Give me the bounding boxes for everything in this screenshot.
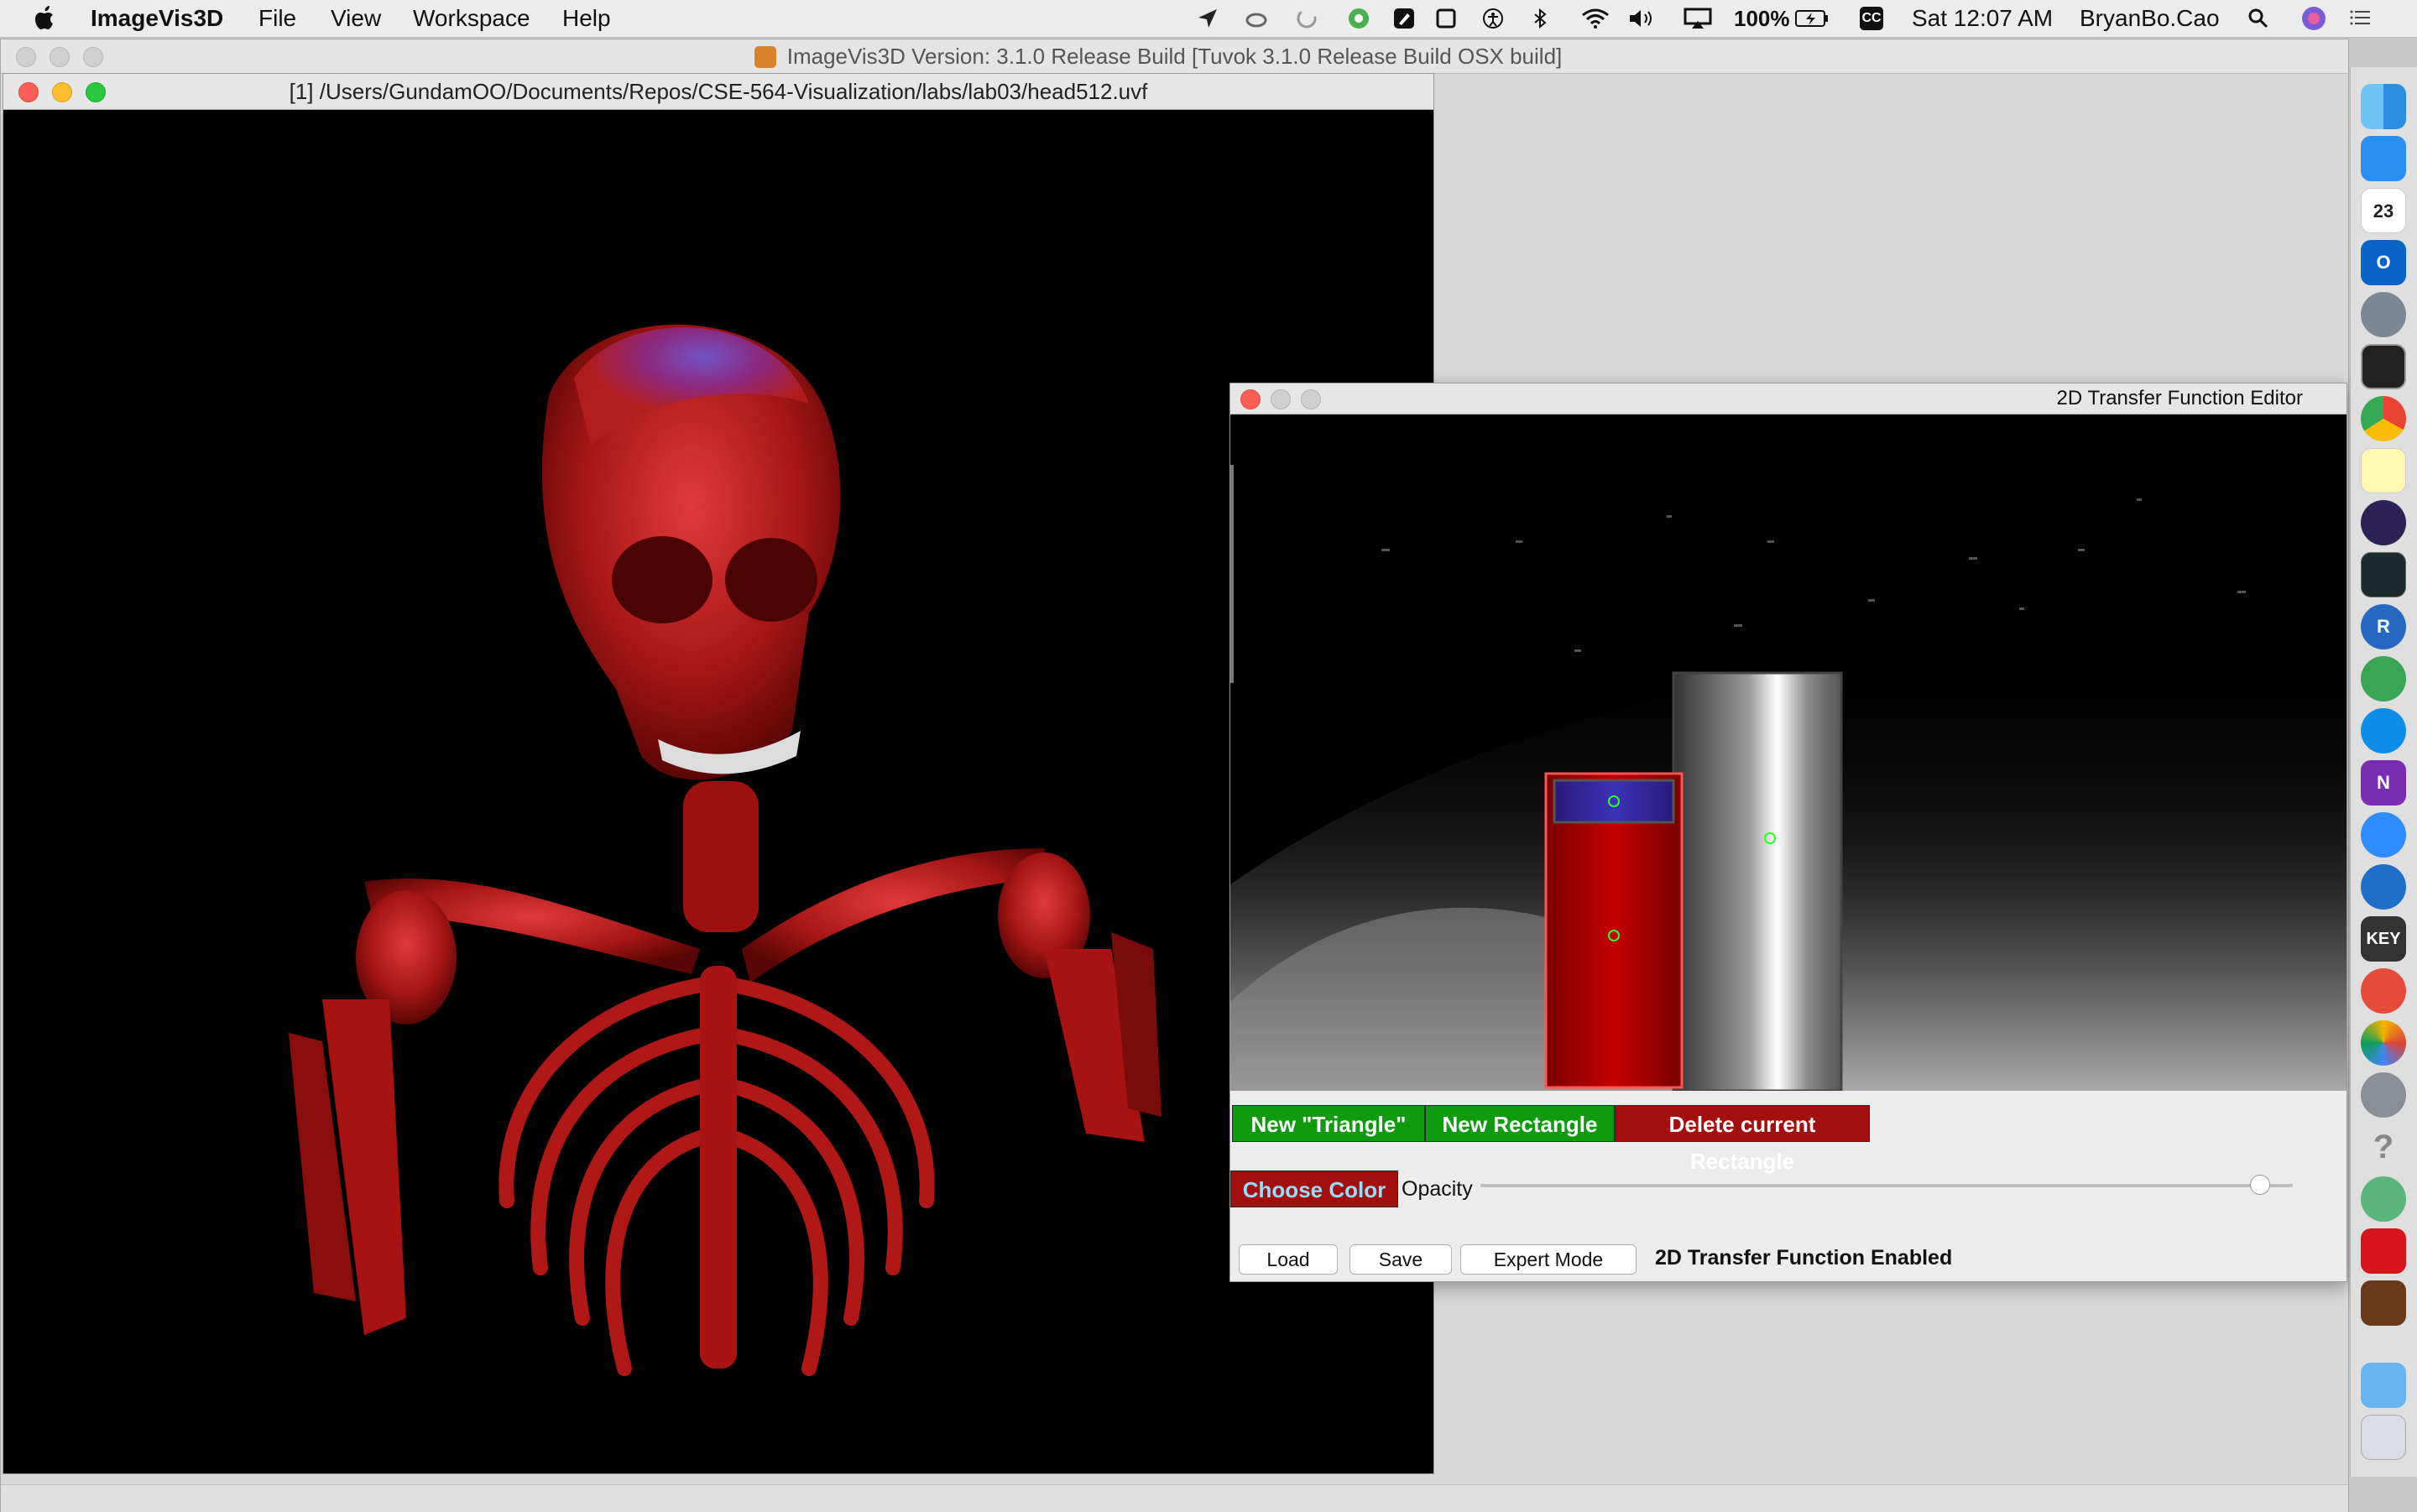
volume-icon[interactable] [1628, 8, 1658, 29]
render-view-title-bar[interactable]: [1] /Users/GundamOO/Documents/Repos/CSE-… [3, 74, 1433, 110]
menubar-clock[interactable]: Sat 12:07 AM [1912, 0, 2053, 37]
airplay-icon[interactable] [1684, 8, 1712, 29]
launchpad-icon[interactable] [2361, 292, 2406, 337]
dock: 23 O R N KEY ? [2350, 67, 2417, 1477]
acrobat-icon[interactable] [2361, 1228, 2406, 1274]
app-menu-name[interactable]: ImageVis3D [91, 0, 223, 37]
new-triangle-button[interactable]: New "Triangle" [1232, 1105, 1425, 1142]
chrome-icon[interactable] [2361, 396, 2406, 441]
atom-icon[interactable] [2361, 1176, 2406, 1222]
menu-bar: ImageVis3D File View Workspace Help 100%… [0, 0, 2417, 38]
histogram-plot[interactable] [1230, 414, 2347, 1092]
help-icon[interactable]: ? [2361, 1124, 2406, 1170]
trash-icon[interactable] [2361, 1415, 2406, 1460]
render-view-title: [1] /Users/GundamOO/Documents/Repos/CSE-… [289, 79, 1148, 104]
photos-icon[interactable] [2361, 1020, 2406, 1066]
menubar-user[interactable]: BryanBo.Cao [2080, 0, 2220, 37]
new-rectangle-button[interactable]: New Rectangle [1425, 1105, 1615, 1142]
bluetooth-icon[interactable] [1529, 8, 1551, 29]
tfe-minimize-button[interactable] [1271, 389, 1291, 409]
load-button[interactable]: Load [1239, 1244, 1338, 1275]
tfe-zoom-button[interactable] [1301, 389, 1321, 409]
teamviewer-icon[interactable] [2361, 708, 2406, 753]
opacity-label: Opacity [1402, 1177, 1473, 1201]
creative-cloud-icon[interactable] [1245, 8, 1267, 29]
tf-white-rectangle[interactable] [1672, 671, 1843, 1092]
folder-icon[interactable] [2361, 1363, 2406, 1408]
eclipse-icon[interactable] [2361, 500, 2406, 545]
tfe-title-bar[interactable]: 2D Transfer Function Editor [1230, 383, 2347, 414]
zoom-icon[interactable] [2361, 812, 2406, 858]
opacity-slider-knob[interactable] [2250, 1175, 2271, 1195]
terminal-icon[interactable] [2361, 344, 2406, 389]
sync-icon[interactable] [1296, 8, 1318, 29]
tf-blue-rectangle[interactable] [1553, 779, 1675, 824]
wifi-icon[interactable] [1581, 8, 1610, 29]
histogram-canvas[interactable] [1230, 414, 2347, 1092]
delete-rectangle-button[interactable]: Delete current Rectangle [1615, 1105, 1870, 1174]
pen-icon[interactable] [1393, 8, 1415, 29]
ink-icon[interactable] [2361, 136, 2406, 181]
notes-icon[interactable] [2361, 448, 2406, 493]
menu-help[interactable]: Help [562, 0, 611, 37]
menu-workspace[interactable]: Workspace [413, 0, 530, 37]
volume-render-canvas[interactable] [3, 110, 1433, 1434]
render-view-window: [1] /Users/GundamOO/Documents/Repos/CSE-… [3, 73, 1434, 1474]
r-icon[interactable]: R [2361, 604, 2406, 649]
tf-status-text: 2D Transfer Function Enabled [1655, 1246, 1953, 1270]
battery-icon[interactable] [1794, 8, 1830, 29]
spotlight-search-icon[interactable] [2247, 8, 2269, 29]
status-bar [1, 1484, 2348, 1512]
edge-icon[interactable] [2361, 864, 2406, 910]
activity-monitor-icon[interactable] [2361, 552, 2406, 597]
location-arrow-icon[interactable] [1197, 8, 1219, 29]
expert-mode-button[interactable]: Expert Mode [1460, 1244, 1637, 1275]
accessibility-icon[interactable] [1482, 8, 1504, 29]
notification-list-icon[interactable] [2350, 8, 2372, 29]
cross-app-icon[interactable] [2361, 656, 2406, 701]
creative-cloud-icon[interactable] [2361, 968, 2406, 1014]
app-window-title: ImageVis3D Version: 3.1.0 Release Build … [786, 44, 1563, 69]
menu-view[interactable]: View [331, 0, 381, 37]
onenote-icon[interactable]: N [2361, 760, 2406, 806]
siri-icon[interactable] [2301, 6, 2326, 31]
system-preferences-icon[interactable] [2361, 1072, 2406, 1118]
choose-color-button[interactable]: Choose Color [1230, 1170, 1398, 1207]
apple-logo-icon[interactable] [34, 5, 57, 32]
app-title-bar[interactable]: ImageVis3D Version: 3.1.0 Release Build … [1, 39, 2348, 74]
chrome-status-icon[interactable] [1348, 8, 1370, 29]
finder-icon[interactable] [2361, 84, 2406, 129]
imagevis3d-icon[interactable] [2361, 1280, 2406, 1326]
tfe-window-title: 2D Transfer Function Editor [2056, 387, 2303, 409]
window-icon[interactable] [1435, 8, 1457, 29]
outlook-icon[interactable]: O [2361, 240, 2406, 285]
menu-file[interactable]: File [258, 0, 296, 37]
keynote-icon[interactable]: KEY [2361, 916, 2406, 962]
battery-percent: 100% [1734, 6, 1790, 31]
save-button[interactable]: Save [1349, 1244, 1452, 1275]
opacity-slider-track[interactable] [1480, 1184, 2293, 1187]
calendar-icon[interactable]: 23 [2361, 188, 2406, 233]
cc-badge[interactable]: CC [1860, 7, 1883, 30]
tfe-close-button[interactable] [1240, 389, 1261, 409]
transfer-function-editor-window: 2D Transfer Function Editor New "Triangl… [1229, 383, 2347, 1282]
skeleton-render [289, 324, 1162, 1376]
